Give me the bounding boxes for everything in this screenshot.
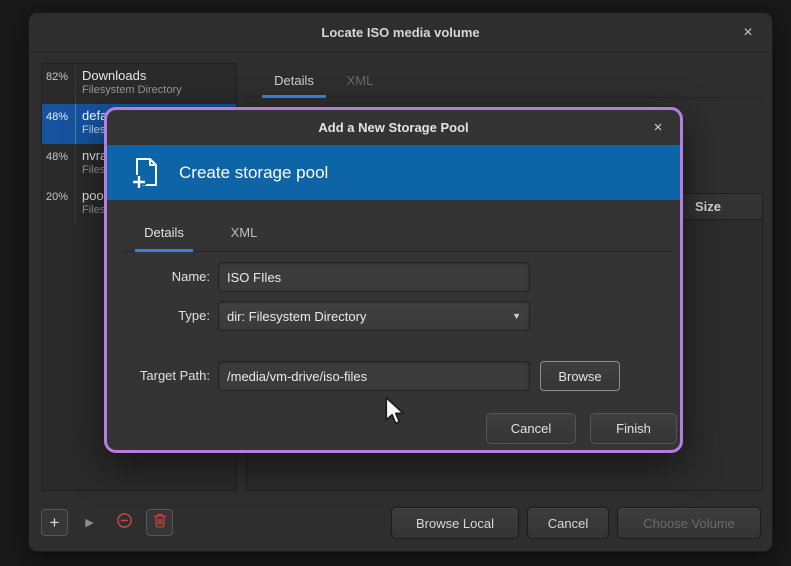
dialog-title: Add a New Storage Pool bbox=[318, 120, 468, 135]
detail-tabbar: Details XML bbox=[246, 63, 763, 98]
dialog-titlebar: Add a New Storage Pool × bbox=[107, 110, 680, 145]
browse-local-button[interactable]: Browse Local bbox=[391, 507, 519, 539]
tab-xml-label: XML bbox=[347, 73, 374, 88]
type-dropdown[interactable]: dir: Filesystem Directory ▼ bbox=[218, 301, 530, 331]
name-row: Name: bbox=[107, 262, 680, 292]
dialog-tabbar: Details XML bbox=[121, 214, 672, 252]
browse-local-label: Browse Local bbox=[416, 516, 494, 531]
delete-pool-button[interactable] bbox=[146, 509, 173, 536]
browse-label: Browse bbox=[558, 369, 601, 384]
dialog-finish-label: Finish bbox=[616, 421, 651, 436]
dialog-cancel-label: Cancel bbox=[511, 421, 551, 436]
name-label: Name: bbox=[117, 269, 210, 284]
target-path-input[interactable] bbox=[218, 361, 530, 391]
window-title: Locate ISO media volume bbox=[321, 25, 479, 40]
dialog-tab-details[interactable]: Details bbox=[129, 214, 199, 251]
tab-xml[interactable]: XML bbox=[330, 63, 390, 97]
pool-usage-percent: 20% bbox=[42, 184, 76, 224]
dialog-finish-button[interactable]: Finish bbox=[590, 413, 677, 444]
tab-details-label: Details bbox=[274, 73, 314, 88]
window-titlebar: Locate ISO media volume × bbox=[29, 13, 772, 53]
dialog-tab-xml[interactable]: XML bbox=[217, 214, 271, 251]
pool-name: Downloads bbox=[82, 68, 182, 84]
dialog-tab-xml-label: XML bbox=[231, 225, 258, 240]
target-path-row: Target Path: Browse bbox=[107, 361, 680, 391]
plus-icon: + bbox=[50, 514, 60, 531]
dialog-tab-details-label: Details bbox=[144, 225, 184, 240]
cancel-button[interactable]: Cancel bbox=[527, 507, 609, 539]
pool-usage-percent: 48% bbox=[42, 144, 76, 184]
dialog-cancel-button[interactable]: Cancel bbox=[486, 413, 576, 444]
close-icon[interactable]: × bbox=[738, 23, 758, 43]
pool-list-item[interactable]: 82% Downloads Filesystem Directory bbox=[42, 64, 236, 104]
create-pool-banner: Create storage pool bbox=[107, 145, 680, 200]
type-dropdown-value: dir: Filesystem Directory bbox=[227, 309, 366, 324]
banner-title: Create storage pool bbox=[179, 163, 328, 183]
tab-details[interactable]: Details bbox=[258, 63, 330, 97]
add-pool-button[interactable]: + bbox=[41, 509, 68, 536]
add-storage-pool-dialog: Add a New Storage Pool × Create storage … bbox=[104, 107, 683, 453]
pool-toolbar: + ▶ bbox=[41, 509, 173, 536]
start-pool-button[interactable]: ▶ bbox=[76, 509, 103, 536]
choose-volume-button[interactable]: Choose Volume bbox=[617, 507, 761, 539]
target-path-label: Target Path: bbox=[117, 368, 210, 383]
cancel-label: Cancel bbox=[548, 516, 588, 531]
screen: Locate ISO media volume × 82% Downloads … bbox=[0, 0, 791, 566]
active-tab-underline bbox=[135, 249, 193, 252]
circle-minus-icon bbox=[116, 512, 133, 533]
new-document-plus-icon bbox=[127, 155, 163, 191]
play-icon: ▶ bbox=[85, 516, 93, 529]
chevron-down-icon: ▼ bbox=[512, 311, 521, 321]
size-column-header: Size bbox=[695, 199, 721, 214]
close-icon[interactable]: × bbox=[648, 117, 668, 137]
type-row: Type: dir: Filesystem Directory ▼ bbox=[107, 301, 680, 331]
active-tab-underline bbox=[262, 95, 326, 98]
pool-type: Filesystem Directory bbox=[82, 84, 182, 97]
name-input[interactable] bbox=[218, 262, 530, 292]
type-label: Type: bbox=[117, 308, 210, 323]
pool-usage-percent: 82% bbox=[42, 64, 76, 104]
browse-button[interactable]: Browse bbox=[540, 361, 620, 391]
pool-usage-percent: 48% bbox=[42, 104, 76, 144]
choose-volume-label: Choose Volume bbox=[643, 516, 735, 531]
stop-pool-button[interactable] bbox=[111, 509, 138, 536]
trash-icon bbox=[153, 513, 167, 532]
